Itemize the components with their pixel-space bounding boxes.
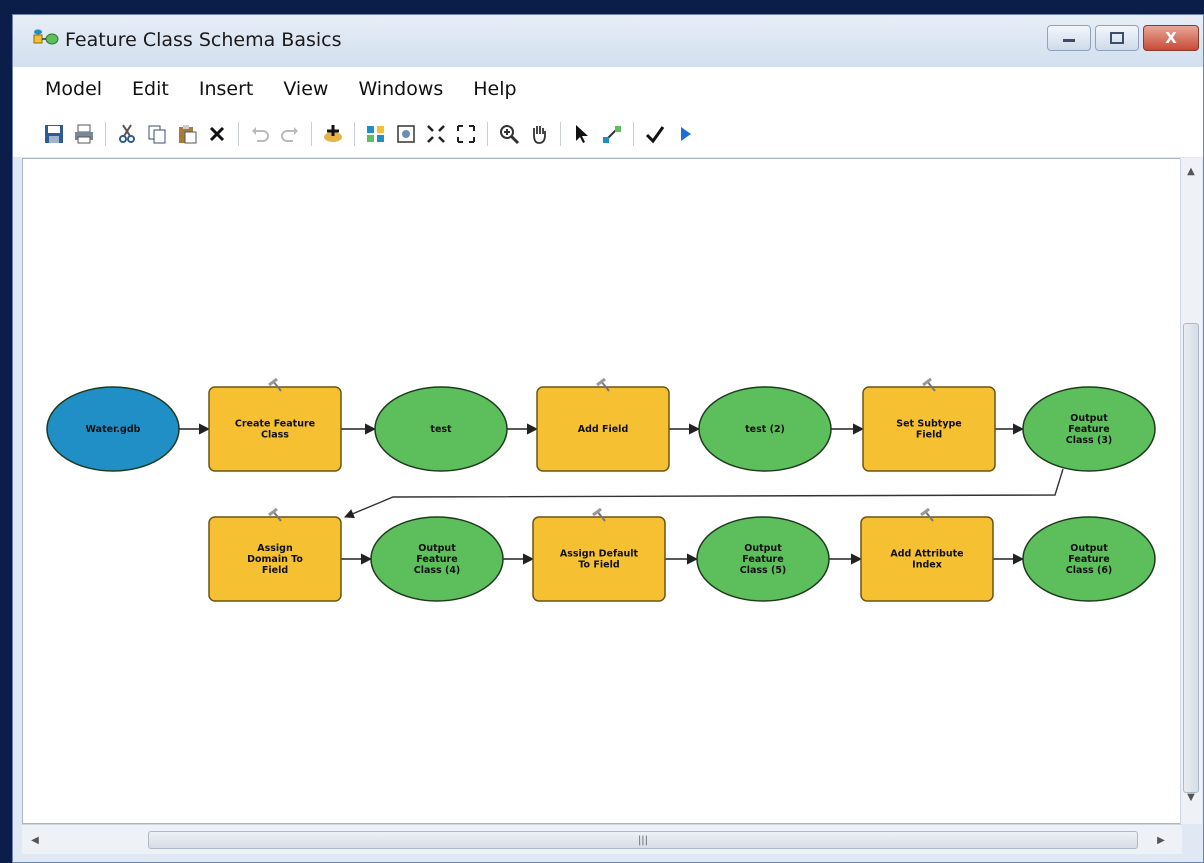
node-label: Output <box>418 543 456 554</box>
node-label: Output <box>1070 543 1108 554</box>
tool-node[interactable]: Add Field <box>536 377 670 472</box>
vertical-scrollbar[interactable]: ▲ ▼ <box>1180 158 1202 824</box>
select-icon[interactable] <box>569 121 595 147</box>
menu-windows[interactable]: Windows <box>343 78 458 100</box>
connect-icon[interactable] <box>599 121 625 147</box>
model-builder-icon <box>33 29 59 51</box>
horizontal-scrollbar[interactable]: ◀ ||| ▶ <box>22 824 1182 854</box>
model-canvas[interactable]: Water.gdb Create Feature Class test Add Fiel… <box>22 158 1182 824</box>
node-label: Feature <box>1068 424 1109 435</box>
menu-bar: Model Edit Insert View Windows Help <box>13 67 1203 111</box>
node-label: Field <box>262 565 288 576</box>
scroll-down-icon[interactable]: ▼ <box>1182 788 1200 806</box>
tool-node[interactable]: Create FeatureClass <box>208 377 342 472</box>
save-icon[interactable] <box>41 121 67 147</box>
pan-icon[interactable] <box>526 121 552 147</box>
minimize-button[interactable] <box>1047 25 1091 51</box>
node-label: Set Subtype <box>896 419 962 430</box>
zoom-fixed-in-icon[interactable] <box>423 121 449 147</box>
menu-edit[interactable]: Edit <box>117 78 184 100</box>
node-label: test <box>430 424 452 435</box>
menu-view[interactable]: View <box>268 78 343 100</box>
output-data-node[interactable]: test (2) <box>698 386 832 472</box>
node-label: Class (6) <box>1066 565 1113 576</box>
toolbar-separator <box>238 122 239 146</box>
output-data-node[interactable]: OutputFeatureClass (5) <box>696 516 830 602</box>
toolbar-separator <box>560 122 561 146</box>
close-button[interactable]: X <box>1143 25 1199 51</box>
undo-icon[interactable] <box>247 121 273 147</box>
node-label: Feature <box>416 554 457 565</box>
node-label: Class (5) <box>740 565 787 576</box>
model-diagram: Water.gdb Create FeatureClass test Add Fiel… <box>46 377 1156 602</box>
validate-icon[interactable] <box>642 121 668 147</box>
node-label: Field <box>916 430 942 441</box>
connector-arrow <box>344 468 1064 519</box>
node-label: test (2) <box>745 424 785 435</box>
scroll-right-icon[interactable]: ▶ <box>1152 831 1170 849</box>
vertical-scroll-thumb[interactable] <box>1183 323 1199 793</box>
node-label: Feature <box>742 554 783 565</box>
node-label: Add Attribute <box>890 549 963 560</box>
menu-help[interactable]: Help <box>458 78 531 100</box>
node-label: Assign <box>257 543 293 554</box>
tool-node[interactable]: Assign DefaultTo Field <box>532 507 666 602</box>
node-label: Class (3) <box>1066 435 1113 446</box>
node-label: Water.gdb <box>86 424 141 435</box>
scroll-up-icon[interactable]: ▲ <box>1182 162 1200 180</box>
node-label: Feature <box>1068 554 1109 565</box>
node-label: Create Feature <box>235 419 315 430</box>
scroll-left-icon[interactable]: ◀ <box>26 831 44 849</box>
node-label: Output <box>1070 413 1108 424</box>
output-data-node[interactable]: OutputFeatureClass (3) <box>1022 386 1156 472</box>
run-icon[interactable] <box>672 121 698 147</box>
tool-node[interactable]: AssignDomain ToField <box>208 507 342 602</box>
redo-icon[interactable] <box>277 121 303 147</box>
cut-icon[interactable] <box>114 121 140 147</box>
node-label: Index <box>912 560 942 571</box>
tool-node[interactable]: Add AttributeIndex <box>860 507 994 602</box>
output-data-node[interactable]: test <box>374 386 508 472</box>
input-data-node[interactable]: Water.gdb <box>46 386 180 472</box>
menu-insert[interactable]: Insert <box>184 78 269 100</box>
horizontal-scroll-thumb[interactable]: ||| <box>148 831 1138 849</box>
output-data-node[interactable]: OutputFeatureClass (6) <box>1022 516 1156 602</box>
toolbar-separator <box>311 122 312 146</box>
window-title: Feature Class Schema Basics <box>65 29 342 51</box>
node-label: Class <box>261 430 289 441</box>
add-data-icon[interactable] <box>320 121 346 147</box>
node-label: Class (4) <box>414 565 461 576</box>
auto-layout-icon[interactable] <box>363 121 389 147</box>
toolbar-separator <box>633 122 634 146</box>
tool-node[interactable]: Set SubtypeField <box>862 377 996 472</box>
output-data-node[interactable]: OutputFeatureClass (4) <box>370 516 504 602</box>
full-extent-icon[interactable] <box>393 121 419 147</box>
zoom-in-icon[interactable] <box>496 121 522 147</box>
node-label: Output <box>744 543 782 554</box>
toolbar-separator <box>105 122 106 146</box>
copy-icon[interactable] <box>144 121 170 147</box>
node-label: Domain To <box>247 554 303 565</box>
node-label: Assign Default <box>560 549 639 560</box>
toolbar <box>13 111 1203 157</box>
toolbar-separator <box>354 122 355 146</box>
delete-icon[interactable] <box>204 121 230 147</box>
title-bar: Feature Class Schema Basics X <box>13 15 1203 67</box>
toolbar-separator <box>487 122 488 146</box>
zoom-fixed-out-icon[interactable] <box>453 121 479 147</box>
node-label: Add Field <box>578 424 629 435</box>
print-icon[interactable] <box>71 121 97 147</box>
maximize-button[interactable] <box>1095 25 1139 51</box>
menu-model[interactable]: Model <box>13 78 117 100</box>
paste-icon[interactable] <box>174 121 200 147</box>
node-label: To Field <box>578 560 619 571</box>
